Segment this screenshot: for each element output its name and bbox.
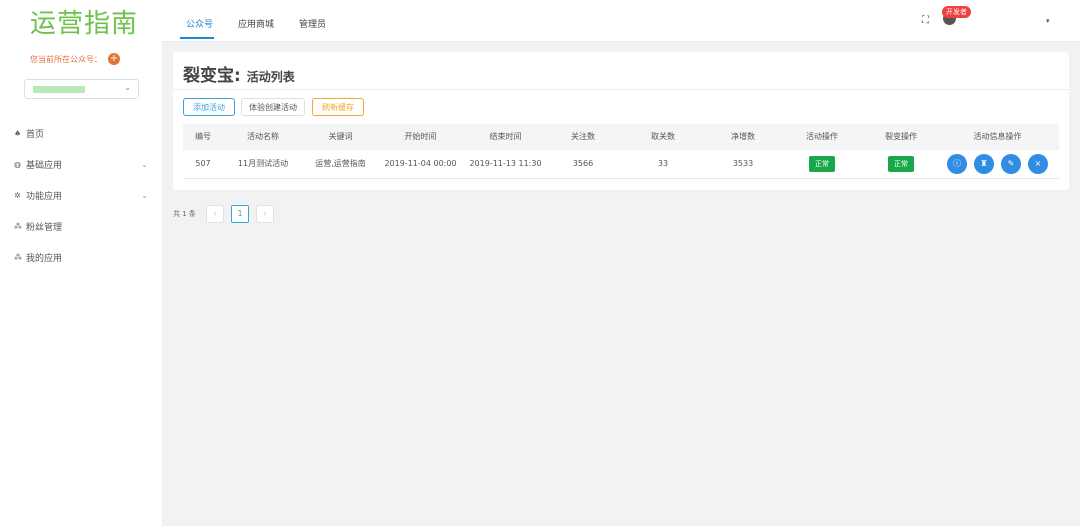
sidebar-item-label: 基础应用 [26, 161, 63, 171]
sidebar-item-my-apps[interactable]: ⁂ 我的应用 [0, 242, 162, 273]
home-icon: ♠ [14, 129, 22, 138]
prev-page-button[interactable]: ‹ [206, 205, 224, 223]
col-header: 净增数 [708, 124, 778, 149]
tab-admin[interactable]: 管理员 [299, 17, 326, 30]
info-op-group: ⓘ ♜ ✎ × [936, 153, 1059, 174]
add-activity-button[interactable]: 添加活动 [183, 98, 235, 116]
activity-status-button[interactable]: 正常 [809, 155, 835, 172]
next-page-button[interactable]: › [256, 205, 274, 223]
account-select[interactable]: ⌄ [24, 79, 139, 99]
sidebar-item-basic-apps[interactable]: ◍ 基础应用 ⌄ [0, 149, 162, 180]
col-header: 编号 [183, 124, 223, 149]
table-header-row: 编号 活动名称 关键词 开始时间 结束时间 关注数 取关数 净增数 活动操作 裂… [183, 124, 1059, 149]
cell-unfollow-count: 33 [618, 148, 708, 179]
cell-follow-count: 3566 [548, 148, 618, 179]
user-icon[interactable]: ♜ [974, 153, 994, 174]
users-icon: ⁂ [14, 222, 22, 231]
cell-id: 507 [183, 148, 223, 179]
current-account-text: 您当前所在公众号： [30, 54, 102, 64]
chevron-down-icon: ⌄ [141, 191, 148, 200]
col-header: 结束时间 [463, 124, 548, 149]
experience-create-button[interactable]: 体验创建活动 [241, 98, 305, 116]
col-header: 活动信息操作 [936, 124, 1059, 149]
cell-name: 11月测试活动 [223, 148, 303, 179]
sidebar-item-label: 首页 [26, 130, 45, 140]
cell-fission-op: 正常 [866, 148, 936, 179]
active-tab-indicator [180, 37, 214, 39]
user-menu-chevron-icon[interactable]: ▾ [1046, 17, 1050, 25]
globe-icon: ◍ [14, 160, 21, 169]
cell-start-time: 2019-11-04 00:00 [378, 148, 463, 179]
fission-status-button[interactable]: 正常 [888, 155, 914, 172]
sidebar-item-label: 我的应用 [26, 254, 63, 264]
current-account-label: 您当前所在公众号： + [30, 53, 120, 65]
sidebar-item-function-apps[interactable]: ✲ 功能应用 ⌄ [0, 180, 162, 211]
col-header: 取关数 [618, 124, 708, 149]
refresh-cache-button[interactable]: 刷新缓存 [312, 98, 364, 116]
apps-icon: ⁂ [14, 253, 22, 262]
col-header: 关注数 [548, 124, 618, 149]
fullscreen-icon[interactable]: ⛶ [922, 15, 929, 26]
pagination-total: 共 1 条 [173, 210, 196, 218]
tab-app-store[interactable]: 应用商城 [238, 17, 274, 30]
col-header: 开始时间 [378, 124, 463, 149]
top-bar: 公众号 应用商城 管理员 ⛶ 开发者 ▾ [162, 0, 1080, 42]
cell-net-count: 3533 [708, 148, 778, 179]
developer-badge: 开发者 [942, 6, 971, 18]
tab-official-account[interactable]: 公众号 [186, 17, 213, 30]
activity-table: 编号 活动名称 关键词 开始时间 结束时间 关注数 取关数 净增数 活动操作 裂… [183, 124, 1059, 179]
sidebar-item-label: 功能应用 [26, 192, 63, 202]
edit-icon[interactable]: ✎ [1001, 153, 1021, 174]
account-name-redacted [33, 86, 85, 93]
page-title-main: 裂变宝: [183, 66, 241, 86]
sidebar-item-fans[interactable]: ⁂ 粉丝管理 [0, 211, 162, 242]
close-icon[interactable]: × [1028, 153, 1048, 174]
brand-logo[interactable]: 运营指南 [30, 3, 138, 40]
page-title: 裂变宝: 活动列表 [183, 61, 295, 86]
gear-icon: ✲ [14, 191, 21, 200]
cell-end-time: 2019-11-13 11:30 [463, 148, 548, 179]
chevron-down-icon: ⌄ [124, 83, 131, 92]
col-header: 关键词 [303, 124, 378, 149]
chevron-down-icon: ⌄ [141, 160, 148, 169]
col-header: 裂变操作 [866, 124, 936, 149]
sidebar-item-home[interactable]: ♠ 首页 [0, 118, 162, 149]
sidebar-item-label: 粉丝管理 [26, 223, 63, 233]
table-row: 507 11月测试活动 运营,运营指南 2019-11-04 00:00 201… [183, 148, 1059, 179]
sidebar: 运营指南 您当前所在公众号： + ⌄ ♠ 首页 ◍ 基础应用 ⌄ ✲ 功能应用 … [0, 0, 162, 526]
info-icon[interactable]: ⓘ [947, 153, 967, 174]
col-header: 活动名称 [223, 124, 303, 149]
cell-activity-op: 正常 [778, 148, 866, 179]
divider [173, 89, 1069, 90]
col-header: 活动操作 [778, 124, 866, 149]
activity-list-card: 裂变宝: 活动列表 添加活动 体验创建活动 刷新缓存 编号 活动名称 关键词 开… [173, 52, 1069, 190]
page-1-button[interactable]: 1 [231, 205, 249, 223]
sidebar-nav: ♠ 首页 ◍ 基础应用 ⌄ ✲ 功能应用 ⌄ ⁂ 粉丝管理 ⁂ 我的应用 [0, 118, 162, 273]
page-title-sub: 活动列表 [246, 70, 295, 84]
cell-info-ops: ⓘ ♜ ✎ × [936, 148, 1059, 179]
cell-keyword: 运营,运营指南 [303, 148, 378, 179]
add-account-icon[interactable]: + [108, 53, 120, 65]
